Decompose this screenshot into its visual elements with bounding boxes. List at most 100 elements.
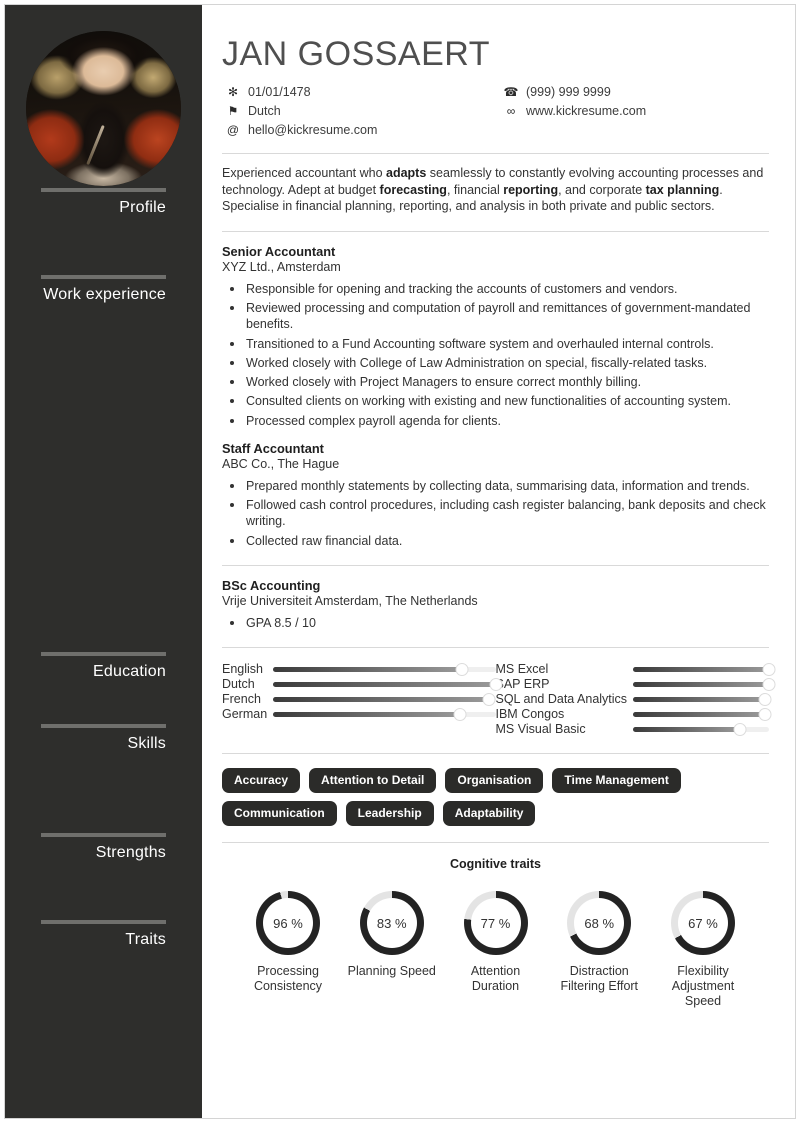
sidebar-rule [41, 833, 166, 837]
slider-knob[interactable] [455, 663, 469, 677]
strength-tag[interactable]: Accuracy [222, 768, 301, 794]
trait-value: 83 % [376, 915, 407, 931]
slider-knob[interactable] [733, 723, 747, 737]
trait-donut: 77 % [463, 891, 528, 956]
contact-value: Dutch [248, 104, 281, 119]
work-entry-subtitle: ABC Co., The Hague [222, 456, 340, 471]
list-item: Consulted clients on working with existi… [222, 393, 769, 409]
page-title: JAN GOSSAERT [222, 35, 490, 73]
sidebar-rule [41, 920, 166, 924]
profile-emphasis: forecasting [379, 182, 447, 197]
sidebar-item-traits[interactable]: Traits [41, 920, 166, 952]
trait-item: 68 % Distraction Filtering Effort [549, 891, 649, 1009]
skill-slider[interactable] [633, 707, 772, 722]
sun-icon: ✻ [227, 85, 239, 100]
sidebar-item-label: Skills [127, 735, 166, 752]
skill-slider[interactable] [273, 692, 496, 707]
contact-column-right: ☎ (999) 999 9999 ∞ www.kickresume.com [500, 85, 647, 137]
avatar [5, 31, 202, 186]
phone-icon: ☎ [503, 85, 519, 100]
work-entry: Staff Accountant ABC Co., The Hague Prepar… [222, 441, 769, 549]
list-item: Processed complex payroll agenda for cli… [222, 413, 769, 429]
sidebar-rule [41, 275, 166, 279]
profile-text-run: , and corporate [558, 182, 646, 197]
skill-name: French [222, 692, 261, 707]
strength-tag[interactable]: Leadership [345, 801, 434, 827]
contact-row: ✻ 01/01/1478 [222, 85, 500, 99]
list-item: Transitioned to a Fund Accounting softwa… [222, 336, 769, 352]
skill-name: IBM Congos [495, 707, 565, 722]
sidebar-item-label: Education [93, 663, 166, 680]
sidebar-item-skills[interactable]: Skills [41, 724, 166, 756]
slider-knob[interactable] [758, 693, 772, 707]
skill-name: English [222, 662, 263, 677]
skill-slider[interactable] [633, 692, 772, 707]
list-item: Responsible for opening and tracking the… [222, 281, 769, 297]
trait-donut: 67 % [671, 891, 735, 956]
divider-profile [222, 153, 769, 155]
list-item: Worked closely with Project Managers to … [222, 374, 769, 390]
strength-tag[interactable]: Attention to Detail [309, 768, 437, 794]
skill-slider[interactable] [633, 677, 776, 692]
sidebar-item-education[interactable]: Education [41, 652, 166, 684]
profile-text-run: , financial [446, 182, 504, 197]
slider-knob[interactable] [482, 693, 496, 707]
strength-tag[interactable]: Communication [222, 801, 337, 827]
contact-row: @ hello@kickresume.com [222, 123, 500, 137]
sidebar-item-label: Work experience [43, 286, 166, 303]
sidebar-item-label: Profile [119, 199, 166, 216]
slider-fill [273, 712, 460, 718]
slider-knob[interactable] [489, 678, 502, 692]
skill-name: Dutch [222, 677, 255, 692]
sidebar-item-strengths[interactable]: Strengths [41, 833, 166, 865]
slider-fill [633, 697, 765, 703]
cognitive-traits-chart: 96 % Processing Consistency 83 % Planning S… [222, 891, 769, 1009]
main-content: JAN GOSSAERT ✻ 01/01/1478 ⚑ Dutch @ hello@kic… [202, 5, 795, 1118]
sidebar-item-label: Strengths [95, 844, 166, 861]
work-bullet-list: Prepared monthly statements by collectin… [222, 478, 769, 549]
slider-fill [273, 667, 463, 673]
sidebar-rule [41, 188, 166, 192]
skill-slider[interactable] [273, 677, 502, 692]
trait-value: 77 % [480, 915, 511, 931]
sidebar-item-label: Traits [125, 931, 166, 948]
traits-title: Cognitive traits [450, 857, 541, 872]
contact-row: ⚑ Dutch [222, 104, 500, 118]
divider-work [222, 230, 769, 232]
strength-tag[interactable]: Time Management [552, 768, 681, 794]
list-item: Prepared monthly statements by collectin… [222, 478, 769, 494]
trait-label: Processing Consistency [253, 964, 323, 994]
list-item: Worked closely with College of Law Admin… [222, 355, 769, 371]
profile-paragraph: Experienced accountant who adapts seamle… [222, 165, 769, 215]
work-experience-list: Senior Accountant XYZ Ltd., Amsterdam Resp… [222, 244, 769, 549]
work-entry-subtitle: XYZ Ltd., Amsterdam [222, 259, 341, 274]
divider-strengths [222, 753, 769, 755]
education-entry-subtitle: Vrije Universiteit Amsterdam, The Nether… [222, 593, 478, 608]
slider-knob[interactable] [762, 663, 776, 677]
strengths-tag-list: Accuracy Attention to Detail Organisation T… [222, 768, 769, 827]
skill-slider[interactable] [633, 662, 776, 677]
link-icon: ∞ [506, 104, 516, 119]
contact-value: hello@kickresume.com [248, 123, 378, 138]
work-entry-title: Staff Accountant [222, 440, 324, 456]
slider-knob[interactable] [758, 708, 772, 722]
resume-sheet: Profile Work experience Education Skills Str… [4, 4, 796, 1119]
slider-fill [273, 697, 489, 703]
trait-item: 77 % Attention Duration [446, 891, 546, 1009]
skill-bar-list-languages [273, 662, 502, 722]
slider-knob[interactable] [762, 678, 776, 692]
contact-block: ✻ 01/01/1478 ⚑ Dutch @ hello@kickresume.com ☎… [222, 85, 769, 137]
skill-slider[interactable] [633, 722, 769, 737]
list-item: GPA 8.5 / 10 [222, 615, 769, 631]
slider-fill [273, 682, 496, 688]
trait-donut: 68 % [567, 891, 632, 956]
sidebar-item-work-experience[interactable]: Work experience [41, 275, 166, 307]
strength-tag[interactable]: Organisation [445, 768, 544, 794]
skill-slider[interactable] [273, 662, 496, 677]
skill-slider[interactable] [273, 707, 496, 722]
sidebar-item-profile[interactable]: Profile [41, 188, 166, 220]
profile-emphasis: tax planning [645, 182, 720, 197]
slider-knob[interactable] [453, 708, 467, 722]
strength-tag[interactable]: Adaptability [442, 801, 536, 827]
trait-item: 96 % Processing Consistency [238, 891, 338, 1009]
